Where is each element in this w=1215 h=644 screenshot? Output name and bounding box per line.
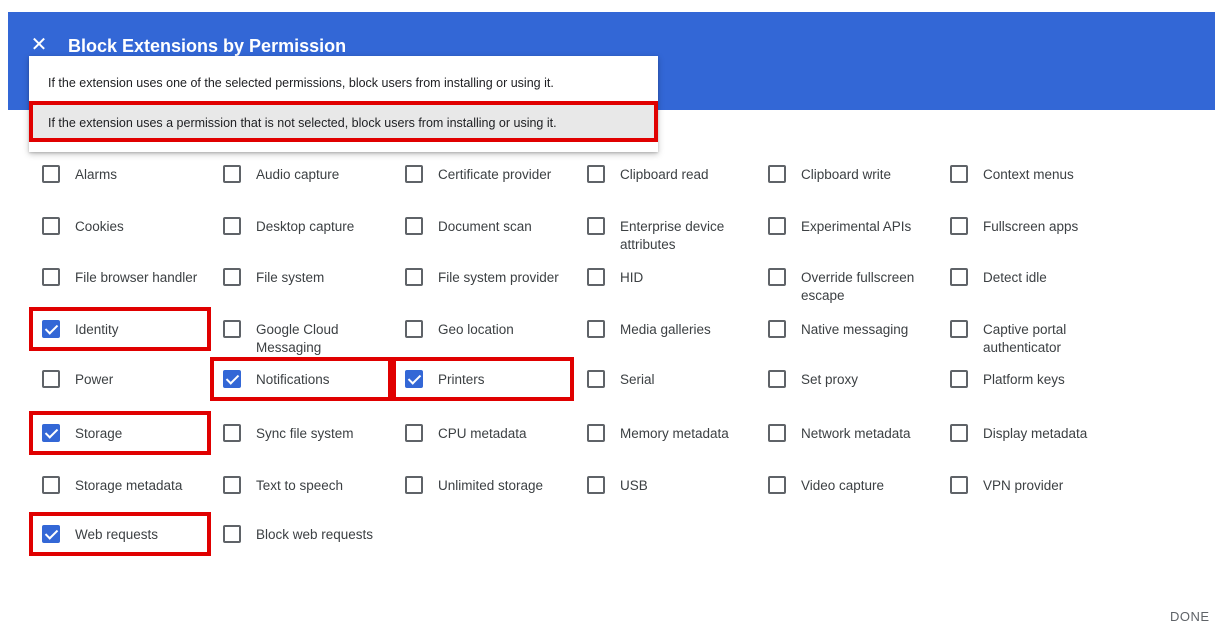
checkbox-context-menus[interactable] <box>950 165 968 183</box>
permission-label: Storage metadata <box>75 478 183 493</box>
checkbox-file-browser-handler[interactable] <box>42 268 60 286</box>
checkbox-file-system[interactable] <box>223 268 241 286</box>
permission-label: Network metadata <box>801 426 911 441</box>
permission-label: Desktop capture <box>256 219 355 234</box>
permission-label: Fullscreen apps <box>983 219 1079 234</box>
permission-label: Google Cloud Messaging <box>256 322 339 355</box>
checkbox-experimental-apis[interactable] <box>768 217 786 235</box>
checkbox-override-fullscreen-escape[interactable] <box>768 268 786 286</box>
permission-label: Cookies <box>75 219 124 234</box>
checkbox-text-to-speech[interactable] <box>223 476 241 494</box>
permission-label: Override fullscreen escape <box>801 270 915 303</box>
permission-label: Notifications <box>256 372 330 387</box>
permission-label: Audio capture <box>256 167 340 182</box>
permission-label: Enterprise device attributes <box>620 219 725 252</box>
checkbox-clipboard-write[interactable] <box>768 165 786 183</box>
permission-label: Detect idle <box>983 270 1047 285</box>
checkbox-enterprise-device-attributes[interactable] <box>587 217 605 235</box>
checkbox-desktop-capture[interactable] <box>223 217 241 235</box>
checkbox-google-cloud-messaging[interactable] <box>223 320 241 338</box>
permission-label: Captive portal authenticator <box>983 322 1067 355</box>
permission-label: Clipboard read <box>620 167 709 182</box>
dropdown-option-block-selected[interactable]: If the extension uses one of the selecte… <box>29 64 658 102</box>
permission-label: Set proxy <box>801 372 859 387</box>
checkbox-captive-portal-authenticator[interactable] <box>950 320 968 338</box>
checkbox-printers[interactable] <box>405 370 423 388</box>
permission-label: CPU metadata <box>438 426 527 441</box>
checkbox-fullscreen-apps[interactable] <box>950 217 968 235</box>
checkbox-detect-idle[interactable] <box>950 268 968 286</box>
checkbox-platform-keys[interactable] <box>950 370 968 388</box>
permission-label: Identity <box>75 322 119 337</box>
checkbox-web-requests[interactable] <box>42 525 60 543</box>
permission-label: File system <box>256 270 325 285</box>
checkbox-document-scan[interactable] <box>405 217 423 235</box>
permission-label: Text to speech <box>256 478 344 493</box>
permission-label: Memory metadata <box>620 426 729 441</box>
checkbox-geo-location[interactable] <box>405 320 423 338</box>
checkbox-cpu-metadata[interactable] <box>405 424 423 442</box>
block-mode-dropdown-menu: If the extension uses one of the selecte… <box>29 56 658 152</box>
permission-label: Power <box>75 372 114 387</box>
permission-label: Media galleries <box>620 322 711 337</box>
checkbox-clipboard-read[interactable] <box>587 165 605 183</box>
permission-label: Web requests <box>75 527 159 542</box>
checkbox-unlimited-storage[interactable] <box>405 476 423 494</box>
checkbox-usb[interactable] <box>587 476 605 494</box>
checkbox-cookies[interactable] <box>42 217 60 235</box>
permission-label: Geo location <box>438 322 514 337</box>
permission-label: USB <box>620 478 648 493</box>
dropdown-option-block-unselected[interactable]: If the extension uses a permission that … <box>29 104 658 142</box>
checkbox-storage-metadata[interactable] <box>42 476 60 494</box>
permission-label: Sync file system <box>256 426 354 441</box>
checkbox-network-metadata[interactable] <box>768 424 786 442</box>
permission-label: Clipboard write <box>801 167 892 182</box>
done-button[interactable]: DONE <box>1170 609 1210 624</box>
permission-label: Alarms <box>75 167 118 182</box>
checkbox-block-web-requests[interactable] <box>223 525 241 543</box>
checkbox-video-capture[interactable] <box>768 476 786 494</box>
dialog-title: Block Extensions by Permission <box>68 36 347 56</box>
permission-label: Printers <box>438 372 485 387</box>
permission-label: Experimental APIs <box>801 219 912 234</box>
permission-label: Document scan <box>438 219 532 234</box>
permission-label: Unlimited storage <box>438 478 544 493</box>
checkbox-certificate-provider[interactable] <box>405 165 423 183</box>
close-icon[interactable]: ✕ <box>30 35 48 55</box>
checkbox-audio-capture[interactable] <box>223 165 241 183</box>
checkbox-set-proxy[interactable] <box>768 370 786 388</box>
permission-label: File system provider <box>438 270 559 285</box>
checkbox-vpn-provider[interactable] <box>950 476 968 494</box>
permission-label: Block web requests <box>256 527 374 542</box>
checkbox-serial[interactable] <box>587 370 605 388</box>
checkbox-media-galleries[interactable] <box>587 320 605 338</box>
permission-label: Video capture <box>801 478 885 493</box>
permission-label: Context menus <box>983 167 1074 182</box>
permission-label: Certificate provider <box>438 167 552 182</box>
checkbox-display-metadata[interactable] <box>950 424 968 442</box>
permission-label: Platform keys <box>983 372 1065 387</box>
checkbox-alarms[interactable] <box>42 165 60 183</box>
checkbox-file-system-provider[interactable] <box>405 268 423 286</box>
permission-label: Serial <box>620 372 655 387</box>
checkbox-storage[interactable] <box>42 424 60 442</box>
checkbox-sync-file-system[interactable] <box>223 424 241 442</box>
permission-label: VPN provider <box>983 478 1064 493</box>
checkbox-native-messaging[interactable] <box>768 320 786 338</box>
permission-label: Native messaging <box>801 322 909 337</box>
permission-label: HID <box>620 270 644 285</box>
checkbox-identity[interactable] <box>42 320 60 338</box>
permission-label: File browser handler <box>75 270 198 285</box>
checkbox-power[interactable] <box>42 370 60 388</box>
permission-label: Display metadata <box>983 426 1088 441</box>
permission-label: Storage <box>75 426 123 441</box>
checkbox-hid[interactable] <box>587 268 605 286</box>
checkbox-memory-metadata[interactable] <box>587 424 605 442</box>
checkbox-notifications[interactable] <box>223 370 241 388</box>
